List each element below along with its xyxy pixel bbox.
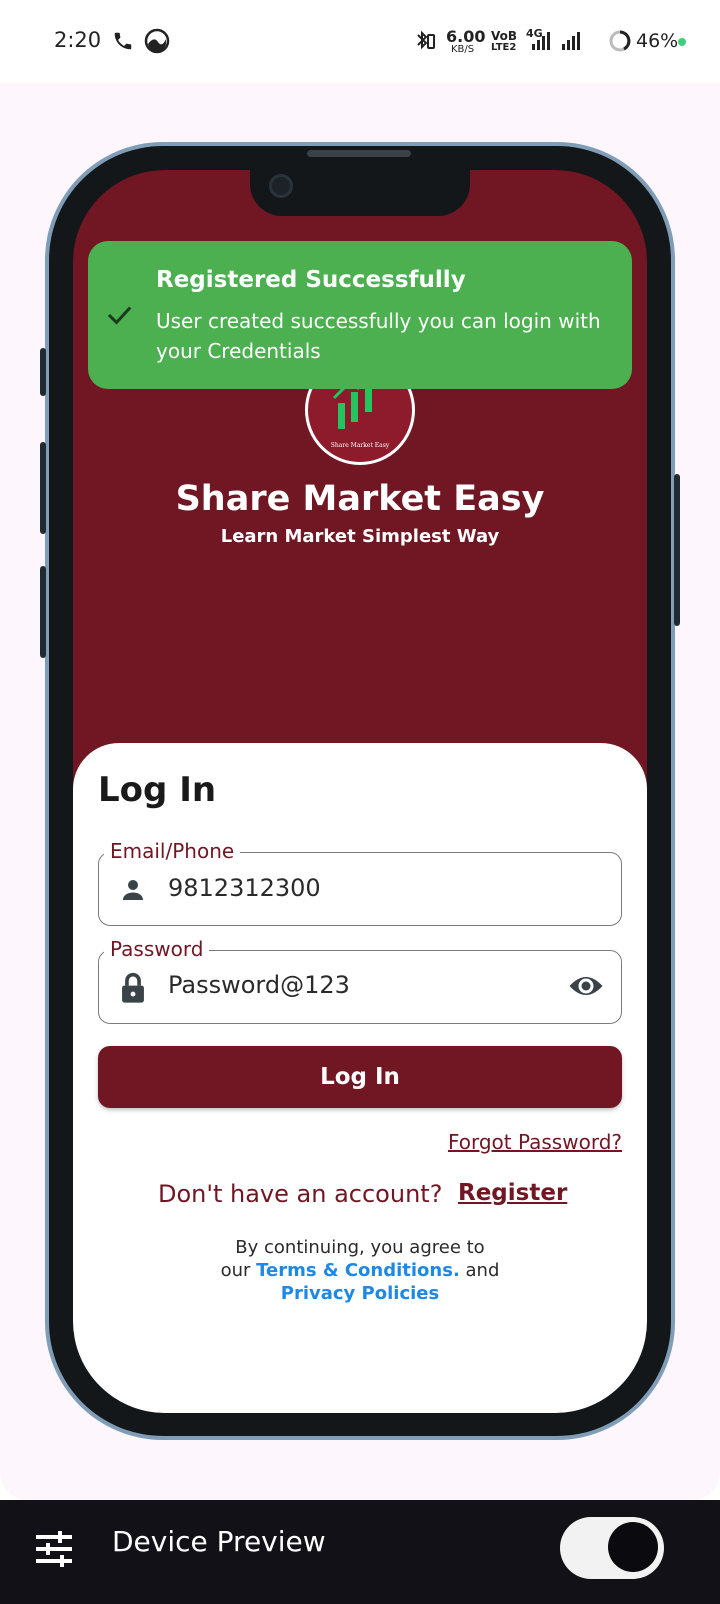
login-heading: Log In [98, 770, 217, 810]
sliders-icon[interactable] [36, 1531, 76, 1567]
app-icon [144, 28, 170, 54]
terms-prefix: By continuing, you agree to [235, 1237, 485, 1258]
status-bar: 2:20 6.00 KB/S VoB LTE2 4G 46% [0, 0, 720, 82]
toggle-knob[interactable] [608, 1522, 658, 1572]
email-field-value[interactable]: 9812312300 [168, 874, 321, 902]
password-field-label: Password [104, 937, 210, 961]
device-side-button [40, 348, 46, 396]
device-speaker [307, 150, 411, 157]
no-account-text: Don't have an account? [158, 1180, 443, 1208]
device-side-button [40, 442, 46, 534]
device-side-button [674, 474, 680, 626]
forgot-password-link[interactable]: Forgot Password? [448, 1130, 622, 1154]
bluetooth-icon [417, 30, 435, 50]
login-button[interactable]: Log In [98, 1046, 622, 1108]
privacy-link[interactable]: Privacy Policies [73, 1282, 647, 1305]
logo-caption: Share Market Easy [330, 442, 390, 449]
eye-icon[interactable] [568, 971, 604, 1001]
status-time: 2:20 [54, 28, 102, 52]
volte-bottom: LTE2 [491, 42, 517, 53]
signal-icon [532, 32, 580, 50]
toast-message: User created successfully you can login … [156, 309, 601, 363]
terms-line: our Terms & Conditions. and [73, 1259, 647, 1282]
check-icon [107, 306, 132, 325]
net-unit: KB/S [451, 44, 475, 55]
terms-and: and [465, 1260, 500, 1281]
terms-our: our [220, 1260, 251, 1281]
terms-link[interactable]: Terms & Conditions. [256, 1260, 460, 1281]
person-icon [123, 880, 143, 900]
password-field-value[interactable]: Password@123 [168, 971, 350, 999]
email-field-label: Email/Phone [104, 839, 241, 863]
toolbar-title: Device Preview [112, 1525, 326, 1558]
app-title: Share Market Easy [175, 479, 545, 519]
lock-icon [122, 972, 144, 1003]
battery-percent: 46% [636, 30, 679, 52]
camera-icon [269, 174, 293, 198]
device-side-button [40, 566, 46, 658]
app-tagline: Learn Market Simplest Way [220, 526, 500, 547]
battery-ring-icon [609, 30, 631, 52]
register-link[interactable]: Register [458, 1180, 567, 1206]
status-dot [678, 38, 686, 46]
toast-title: Registered Successfully [156, 267, 466, 293]
terms-notice: By continuing, you agree to our Terms & … [73, 1236, 647, 1305]
phone-icon [114, 32, 132, 50]
volte-top: VoB [491, 29, 518, 43]
